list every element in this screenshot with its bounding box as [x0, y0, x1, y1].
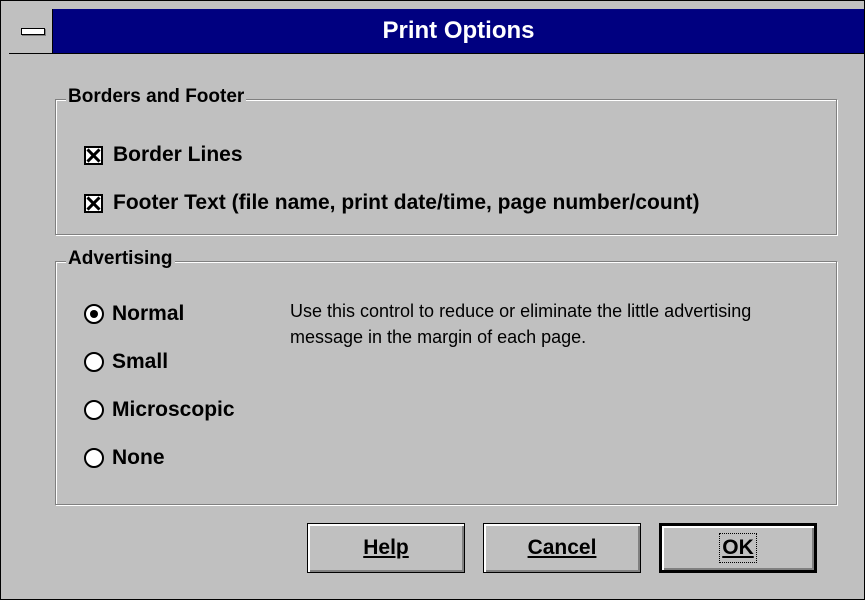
ok-button[interactable]: OK	[659, 523, 817, 573]
radio-microscopic-label: Microscopic	[112, 398, 235, 421]
system-menu-button[interactable]	[9, 9, 53, 53]
advertising-group-label: Advertising	[66, 248, 175, 270]
borders-footer-group-label: Borders and Footer	[66, 86, 247, 108]
radio-small[interactable]: Small	[84, 350, 168, 374]
advertising-description: Use this control to reduce or eliminate …	[290, 301, 752, 347]
cancel-button[interactable]: Cancel	[483, 523, 641, 573]
borders-footer-group: Borders and Footer Border Lines Footer T…	[55, 86, 837, 235]
radio-normal[interactable]: Normal	[84, 302, 184, 326]
radio-unselected-icon	[84, 352, 104, 372]
border-lines-checkbox[interactable]: Border Lines	[84, 143, 243, 167]
checkbox-checked-icon	[84, 193, 103, 213]
system-menu-icon	[21, 28, 45, 35]
border-lines-label: Border Lines	[113, 143, 243, 166]
help-button[interactable]: Help	[307, 523, 465, 573]
advertising-group: Advertising Normal Small Microscopic Non…	[55, 248, 837, 505]
print-options-dialog: Print Options Borders and Footer Border …	[0, 0, 865, 600]
radio-unselected-icon	[84, 448, 104, 468]
ok-button-label: OK	[719, 533, 757, 563]
radio-small-label: Small	[112, 350, 169, 373]
footer-text-label: Footer Text (file name, print date/time,…	[113, 191, 700, 214]
radio-selected-icon	[84, 304, 104, 324]
radio-none[interactable]: None	[84, 446, 165, 470]
title-bar: Print Options	[9, 9, 864, 54]
help-button-label: Help	[363, 536, 409, 559]
radio-none-label: None	[112, 446, 165, 469]
dialog-title: Print Options	[382, 17, 535, 44]
radio-unselected-icon	[84, 400, 104, 420]
radio-normal-label: Normal	[112, 302, 185, 325]
radio-microscopic[interactable]: Microscopic	[84, 398, 235, 422]
cancel-button-label: Cancel	[527, 536, 597, 559]
checkbox-checked-icon	[84, 145, 103, 165]
footer-text-checkbox[interactable]: Footer Text (file name, print date/time,…	[84, 191, 700, 215]
